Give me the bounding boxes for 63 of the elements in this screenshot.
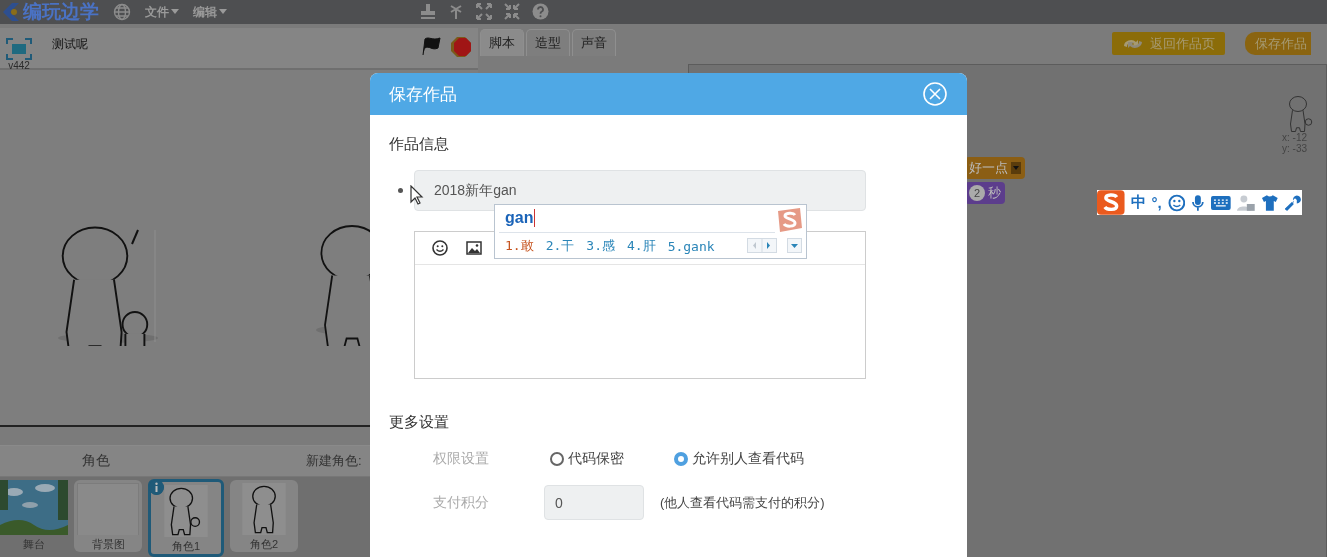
- ime-mode-toggle[interactable]: 中: [1130, 193, 1146, 212]
- dropdown-icon[interactable]: [787, 238, 802, 253]
- smiley-icon[interactable]: [1167, 193, 1186, 212]
- globe-icon[interactable]: [113, 3, 131, 21]
- dialog-title: 保存作品: [389, 83, 457, 106]
- field-label: 权限设置: [433, 450, 490, 468]
- caret-icon: [1011, 162, 1021, 174]
- sprite-thumbnail[interactable]: 角色2: [230, 480, 298, 552]
- help-icon[interactable]: [532, 3, 549, 20]
- caret-icon: [219, 9, 227, 15]
- menu-item[interactable]: 编辑: [193, 3, 227, 21]
- script-block[interactable]: 2 秒: [965, 182, 1005, 204]
- fullscreen-icon[interactable]: [6, 38, 32, 60]
- panel-title: 角色: [82, 452, 111, 471]
- points-field[interactable]: 0: [544, 485, 644, 520]
- mouse-pointer-icon: [410, 185, 424, 205]
- character-drawing: [163, 485, 209, 537]
- keyboard-icon[interactable]: [1211, 195, 1231, 210]
- microphone-icon[interactable]: [1191, 193, 1206, 212]
- thumbnail-label: 背景图: [91, 537, 125, 552]
- script-block[interactable]: 好一点: [965, 157, 1025, 179]
- wrench-icon[interactable]: [1284, 193, 1302, 212]
- shrink-icon[interactable]: [504, 3, 520, 20]
- stamp-icon[interactable]: [420, 3, 436, 20]
- stop-icon[interactable]: [450, 36, 472, 58]
- radio-option[interactable]: 允许别人查看代码: [674, 450, 804, 468]
- bullet-icon: [398, 188, 403, 193]
- close-icon[interactable]: [923, 82, 947, 106]
- emoji-icon[interactable]: [432, 240, 448, 256]
- tab[interactable]: 脚本: [480, 29, 524, 56]
- section-heading: 更多设置: [389, 413, 449, 432]
- ime-candidate[interactable]: 3.感: [586, 237, 615, 255]
- ime-candidate[interactable]: 5.gank: [667, 237, 715, 255]
- project-title: 测试呢: [51, 36, 89, 53]
- page-arrows-icon[interactable]: [747, 238, 777, 253]
- field-hint: (他人查看代码需支付的积分): [660, 493, 825, 512]
- tab[interactable]: 声音: [572, 29, 616, 56]
- logo-icon: [2, 2, 20, 22]
- caret-icon: [171, 9, 179, 15]
- ime-mode-toggle[interactable]: °,: [1151, 194, 1162, 211]
- character-drawing: [241, 483, 287, 535]
- flag-icon[interactable]: [420, 36, 442, 56]
- info-icon[interactable]: [149, 480, 164, 495]
- image-icon[interactable]: [466, 241, 482, 255]
- radio-option[interactable]: 代码保密: [550, 450, 624, 468]
- ime-candidate[interactable]: 4.肝: [626, 237, 656, 255]
- expand-icon[interactable]: [476, 3, 492, 20]
- field-label: 支付积分: [433, 493, 490, 512]
- user-icon[interactable]: [1236, 193, 1255, 212]
- ime-composition: gan: [505, 209, 536, 227]
- sprite-thumbnail[interactable]: 背景图: [74, 480, 142, 552]
- version-label: v442: [8, 60, 30, 71]
- blank-thumbnail-icon: [77, 483, 139, 535]
- ime-candidate[interactable]: 1.敢: [505, 237, 534, 255]
- thumbnail-label: 角色1: [171, 539, 201, 554]
- thumbnail-label: 角色2: [249, 537, 279, 552]
- section-heading: 作品信息: [389, 135, 449, 154]
- new-sprite-label: 新建角色:: [306, 452, 362, 471]
- shirt-icon[interactable]: [1260, 193, 1279, 212]
- tab[interactable]: 造型: [526, 29, 570, 56]
- sprite-thumbnail[interactable]: 角色1: [148, 479, 224, 557]
- ime-candidate[interactable]: 2.干: [545, 237, 575, 255]
- menu-item[interactable]: 文件: [145, 3, 179, 21]
